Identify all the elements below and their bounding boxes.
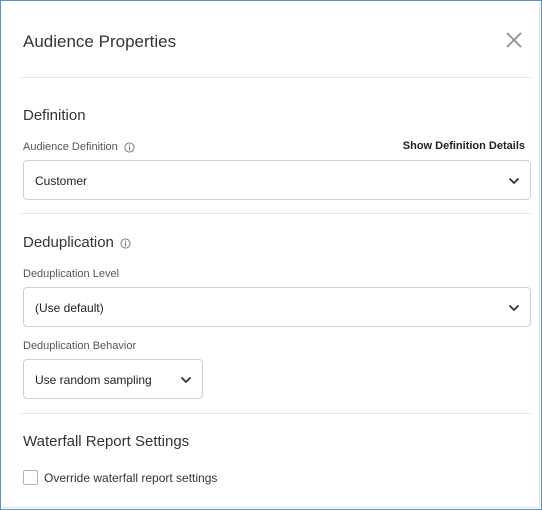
deduplication-section-title-text: Deduplication (23, 234, 114, 251)
deduplication-behavior-value: Use random sampling (35, 373, 152, 387)
deduplication-level-value: (Use default) (35, 301, 104, 315)
audience-definition-label: Audience Definition (23, 141, 135, 153)
chevron-down-icon (180, 374, 192, 386)
deduplication-section-title: Deduplication (23, 234, 131, 251)
chevron-down-icon (508, 302, 520, 314)
deduplication-behavior-select[interactable]: Use random sampling (23, 359, 203, 399)
definition-divider (21, 213, 531, 214)
dialog-title: Audience Properties (23, 32, 177, 51)
info-icon[interactable] (124, 142, 135, 153)
window-frame: Audience Properties Definition Audience … (0, 0, 542, 510)
deduplication-behavior-label: Deduplication Behavior (23, 340, 137, 352)
override-waterfall-checkbox[interactable] (23, 470, 38, 485)
show-definition-details-link[interactable]: Show Definition Details (403, 140, 525, 152)
close-button[interactable] (504, 30, 524, 50)
close-icon (504, 30, 524, 50)
override-waterfall-label[interactable]: Override waterfall report settings (44, 471, 217, 485)
audience-definition-label-text: Audience Definition (23, 141, 118, 153)
waterfall-section-title: Waterfall Report Settings (23, 433, 190, 450)
deduplication-level-label: Deduplication Level (23, 268, 120, 280)
deduplication-level-select[interactable]: (Use default) (23, 287, 531, 327)
info-icon[interactable] (120, 237, 131, 249)
header-divider (21, 77, 531, 78)
audience-definition-select[interactable]: Customer (23, 160, 531, 200)
definition-section-title: Definition (23, 107, 86, 124)
deduplication-divider (21, 413, 531, 414)
chevron-down-icon (508, 175, 520, 187)
audience-definition-value: Customer (35, 174, 88, 188)
audience-properties-dialog: Audience Properties Definition Audience … (3, 3, 540, 508)
